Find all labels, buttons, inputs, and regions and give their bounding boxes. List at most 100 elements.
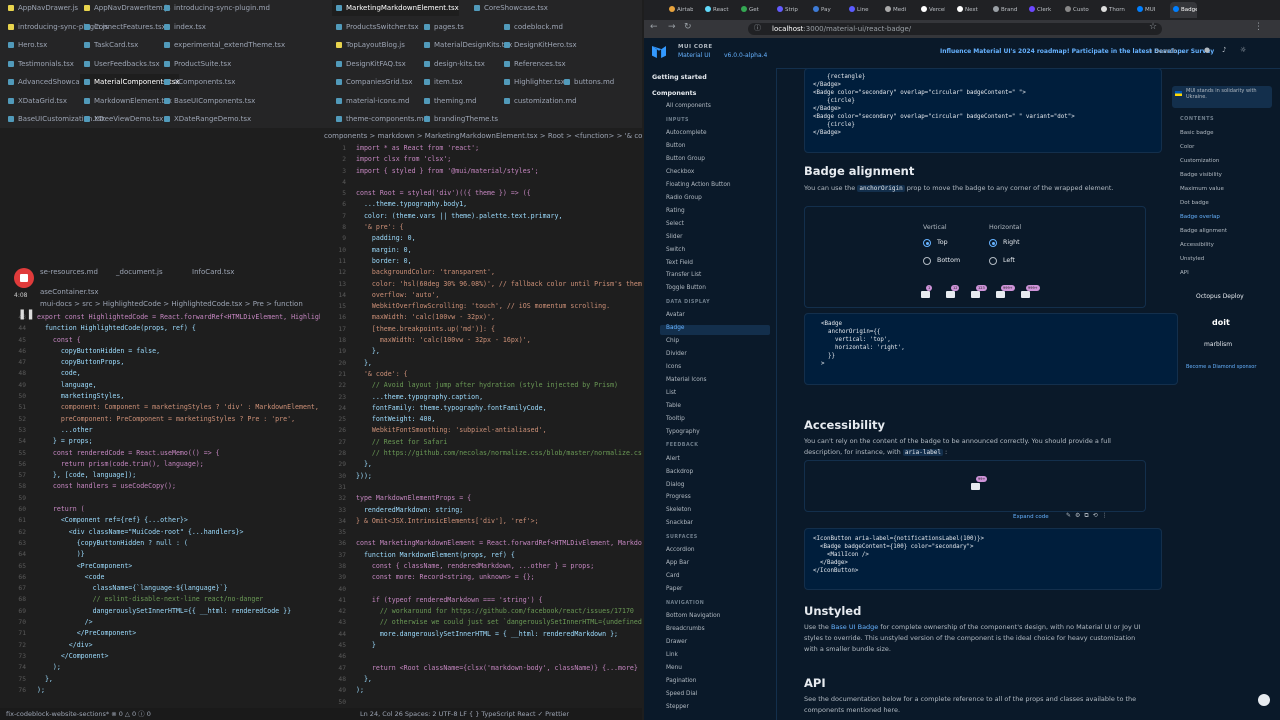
mail-icon[interactable] <box>921 291 930 298</box>
sidebar-item[interactable]: Material Icons <box>666 377 707 383</box>
code-line[interactable]: } <box>356 640 642 651</box>
sidebar-item[interactable]: Breadcrumbs <box>666 626 705 632</box>
file-tab[interactable]: Testimonials.tsx <box>4 56 74 72</box>
file-tab[interactable]: ProductsSwitcher.tsx <box>332 19 419 35</box>
sidebar-item[interactable]: Floating Action Button <box>666 182 731 188</box>
toc-item[interactable]: API <box>1180 270 1189 276</box>
toc-item[interactable]: Accessibility <box>1180 242 1214 248</box>
sidebar-item[interactable]: Button <box>666 143 685 149</box>
radio-bottom[interactable] <box>923 257 931 265</box>
browser-tab[interactable]: Line <box>846 2 873 18</box>
file-tab[interactable]: CompaniesGrid.tsx <box>332 74 413 90</box>
sidebar-item[interactable]: Divider <box>666 351 687 357</box>
browser-tab[interactable]: Medi <box>882 2 909 18</box>
sidebar-item[interactable]: Button Group <box>666 156 705 162</box>
sidebar-item[interactable]: Checkbox <box>666 169 694 175</box>
editor-pane-right[interactable]: components > markdown > MarketingMarkdow… <box>320 128 642 717</box>
code-line[interactable]: overflow: 'auto', <box>356 290 642 301</box>
file-tab[interactable]: experimental_extendTheme.tsx <box>160 37 285 53</box>
mail-icon[interactable] <box>971 291 980 298</box>
code-line[interactable]: maxWidth: 'calc(100vw - 32px - 16px)', <box>356 335 642 346</box>
sidebar-item[interactable]: Alert <box>666 456 680 462</box>
sidebar-item[interactable]: Text Field <box>666 260 693 266</box>
code-line[interactable]: const more: Record<string, unknown> = {}… <box>356 572 642 583</box>
sidebar-item[interactable]: App Bar <box>666 560 689 566</box>
file-tab[interactable]: theming.md <box>420 93 477 109</box>
sidebar-item[interactable]: Chip <box>666 338 679 344</box>
sidebar-item[interactable]: Accordion <box>666 547 695 553</box>
file-tab[interactable]: se-resources.md <box>36 264 98 280</box>
scroll-top-button[interactable] <box>1258 694 1270 706</box>
sidebar-item[interactable]: Autocomplete <box>666 130 707 136</box>
toc-item[interactable]: Badge visibility <box>1180 172 1222 178</box>
file-tab[interactable]: XComponents.tsx <box>160 74 235 90</box>
code-content[interactable]: import * as React from 'react'; import cl… <box>356 143 642 719</box>
github-icon[interactable]: ● <box>1204 46 1210 54</box>
menu-icon[interactable]: ⋮ <box>1254 22 1263 32</box>
sponsor-marblism[interactable]: marblism <box>1204 341 1232 348</box>
toc-item[interactable]: Dot badge <box>1180 200 1209 206</box>
code-line[interactable]: return <Root className={clsx('markdown-b… <box>356 663 642 674</box>
back-icon[interactable]: ← <box>650 22 658 32</box>
sidebar-item[interactable]: Tooltip <box>666 416 685 422</box>
mail-icon[interactable] <box>1021 291 1030 298</box>
code-line[interactable]: margin: 0, <box>356 245 642 256</box>
sidebar-item[interactable]: Link <box>666 652 678 658</box>
mail-icon[interactable] <box>996 291 1005 298</box>
browser-tab[interactable]: Branding <box>990 2 1017 18</box>
radio-right[interactable] <box>989 239 997 247</box>
product-selector[interactable]: Material UI <box>678 52 710 59</box>
code-line[interactable]: const { className, renderedMarkdown, ...… <box>356 561 642 572</box>
file-tab[interactable]: BaseUIComponents.tsx <box>160 93 255 109</box>
code-line[interactable]: WebkitFontSmoothing: 'subpixel-antialias… <box>356 425 642 436</box>
sidebar-item[interactable]: Skeleton <box>666 507 691 513</box>
sidebar-item[interactable]: Rating <box>666 208 685 214</box>
sidebar-item[interactable]: Components <box>652 90 696 97</box>
sidebar-item[interactable]: Bottom Navigation <box>666 613 720 619</box>
editor-pane-left[interactable]: mui-docs > src > HighlightedCode > Highl… <box>0 128 378 708</box>
file-tab[interactable]: codeblock.md <box>500 19 563 35</box>
sidebar-item[interactable]: Typography <box>666 429 700 435</box>
file-tab[interactable]: TaskCard.tsx <box>80 37 138 53</box>
file-tab[interactable]: ConnectFeatures.tsx <box>80 19 166 35</box>
code-line[interactable]: '& code': { <box>356 369 642 380</box>
sidebar-item[interactable]: Icons <box>666 364 681 370</box>
toc-item[interactable]: Unstyled <box>1180 256 1204 262</box>
ukraine-banner[interactable]: MUI stands in solidarity with Ukraine. <box>1172 86 1272 108</box>
code-line[interactable]: padding: 0, <box>356 233 642 244</box>
record-stop-button[interactable] <box>14 268 34 288</box>
code-line[interactable] <box>356 527 642 538</box>
sidebar-item[interactable]: Drawer <box>666 639 687 645</box>
sidebar-item[interactable]: Backdrop <box>666 469 693 475</box>
code-block[interactable]: <Badge anchorOrigin={{ vertical: 'top', … <box>804 313 1178 385</box>
sidebar-item[interactable]: List <box>666 390 676 396</box>
file-tab[interactable]: customization.md <box>500 93 577 109</box>
file-tab[interactable]: index.tsx <box>160 19 206 35</box>
theme-toggle-icon[interactable]: ☼ <box>1240 46 1246 54</box>
base-ui-badge-link[interactable]: Base UI Badge <box>831 623 878 631</box>
sidebar-item[interactable]: All components <box>666 103 711 109</box>
diamond-sponsor-link[interactable]: Become a Diamond sponsor <box>1186 364 1256 370</box>
radio-left[interactable] <box>989 257 997 265</box>
code-line[interactable]: const MarketingMarkdownElement = React.f… <box>356 538 642 549</box>
sponsor-doit[interactable]: doit <box>1212 318 1230 327</box>
code-line[interactable] <box>356 697 642 708</box>
file-tab[interactable]: XTreeViewDemo.tsx <box>80 111 163 127</box>
sidebar-item[interactable]: Avatar <box>666 312 685 318</box>
file-tab[interactable]: material-icons.md <box>332 93 409 109</box>
code-line[interactable]: border: 0, <box>356 256 642 267</box>
sponsor-octopus[interactable]: Octopus Deploy <box>1196 293 1244 300</box>
sidebar-item[interactable]: Pagination <box>666 678 696 684</box>
file-tab[interactable]: DesignKitFAQ.tsx <box>332 56 406 72</box>
file-tab[interactable]: MarkdownElement.tsx <box>80 93 172 109</box>
code-line[interactable]: // workaround for https://github.com/fac… <box>356 606 642 617</box>
file-tab[interactable]: Hero.tsx <box>4 37 47 53</box>
sidebar-item[interactable]: Menu <box>666 665 682 671</box>
pause-icon[interactable]: ❚❚ <box>18 309 35 320</box>
code-line[interactable]: })); <box>356 471 642 482</box>
file-tab[interactable]: References.tsx <box>500 56 566 72</box>
code-line[interactable]: ); <box>356 685 642 696</box>
code-line[interactable]: type MarkdownElementProps = { <box>356 493 642 504</box>
code-line[interactable]: }, <box>356 346 642 357</box>
code-line[interactable]: import clsx from 'clsx'; <box>356 154 642 165</box>
